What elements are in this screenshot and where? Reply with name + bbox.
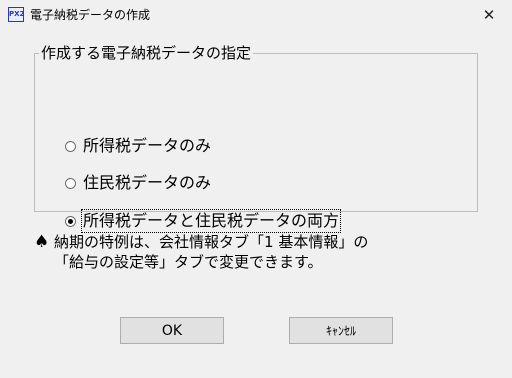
note-text-2: 「給与の設定等」タブで変更できます。 [54,253,323,271]
radio-label: 所得税データのみ [83,136,212,155]
close-icon: ✕ [482,6,496,24]
dialog-body: 作成する電子納税データの指定 所得税データのみ 住民税データのみ 所得税データと… [0,30,512,378]
title-bar: PX2 電子納税データの作成 ✕ [0,0,512,30]
close-button[interactable]: ✕ [466,0,512,30]
radio-option-income-tax[interactable]: 所得税データのみ [65,136,211,156]
ok-button[interactable]: OK [120,317,224,344]
radio-button[interactable] [65,140,76,152]
radio-button[interactable] [65,177,76,189]
note-text-1: 納期の特例は、会社情報タブ「1 基本情報」の [54,233,369,251]
info-note: ♠ 納期の特例は、会社情報タブ「1 基本情報」の 「給与の設定等」タブで変更できま… [34,232,368,272]
radio-label: 住民税データのみ [83,173,212,192]
data-selection-group: 作成する電子納税データの指定 所得税データのみ 住民税データのみ 所得税データと… [34,44,478,233]
note-line-1: ♠ 納期の特例は、会社情報タブ「1 基本情報」の [34,232,368,252]
group-legend: 作成する電子納税データの指定 [41,44,252,62]
radio-button-selected[interactable] [65,215,76,227]
radio-option-resident-tax[interactable]: 住民税データのみ [65,173,211,193]
cancel-button[interactable]: ｷｬﾝｾﾙ [289,317,393,344]
app-icon: PX2 [8,7,24,22]
spade-icon: ♠ [34,232,50,252]
note-line-2: 「給与の設定等」タブで変更できます。 [34,252,368,272]
radio-option-both[interactable]: 所得税データと住民税データの両方 [65,209,342,233]
window-title: 電子納税データの作成 [30,8,151,22]
radio-label: 所得税データと住民税データの両方 [80,209,342,233]
